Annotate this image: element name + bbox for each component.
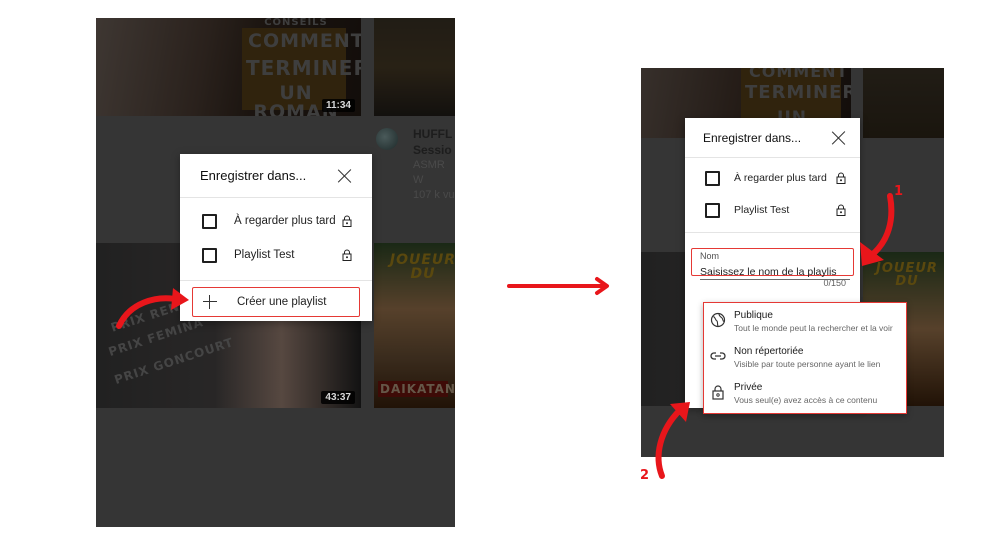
divider	[180, 280, 372, 281]
playlist-checkbox[interactable]	[705, 170, 720, 186]
video-duration: 11:34	[321, 99, 355, 112]
close-icon[interactable]	[338, 169, 352, 183]
close-icon[interactable]	[832, 131, 846, 145]
playlist-checkbox[interactable]	[202, 247, 217, 263]
video-thumbnail-huffle[interactable]	[374, 18, 455, 116]
annotation-arrow-curved	[116, 288, 189, 329]
create-playlist-label: Créer une playlist	[237, 296, 327, 308]
playlist-label: À regarder plus tard	[234, 215, 336, 227]
video-meta: HUFFL Sessio ASMR W 107 k vu	[413, 126, 455, 203]
playlist-label: Playlist Test	[734, 204, 790, 216]
annotation-arrow-right	[507, 277, 609, 295]
playlist-label: À regarder plus tard	[734, 172, 827, 184]
playlist-checkbox[interactable]	[705, 202, 720, 218]
view-count: 107 k vu	[413, 189, 455, 201]
lock-icon	[342, 215, 352, 227]
overlay-scrim	[374, 243, 455, 408]
dialog-title: Enregistrer dans...	[703, 130, 802, 145]
lock-icon	[836, 172, 846, 184]
dialog-header: Enregistrer dans...	[685, 118, 860, 158]
playlist-name-field[interactable]: Nom	[691, 248, 854, 280]
channel-name[interactable]: ASMR W	[413, 158, 455, 188]
channel-avatar[interactable]	[376, 128, 398, 150]
dialog-header: Enregistrer dans...	[180, 154, 372, 198]
visibility-option-public[interactable]: Publique Tout le monde peut la recherche…	[704, 303, 906, 339]
playlist-item[interactable]: Playlist Test	[685, 194, 860, 226]
dialog-title: Enregistrer dans...	[200, 168, 307, 183]
visibility-option-private[interactable]: Privée Vous seul(e) avez accès à ce cont…	[704, 375, 906, 411]
playlist-label: Playlist Test	[234, 249, 295, 261]
visibility-option-unlisted[interactable]: Non répertoriée Visible par toute person…	[704, 339, 906, 375]
video-thumbnail-joueur-du-grenier[interactable]: JOUEUR DU DAIKATANA	[374, 243, 455, 408]
visibility-label: Non répertoriée	[734, 346, 804, 357]
visibility-description: Tout le monde peut la rechercher et la v…	[734, 323, 893, 333]
divider	[685, 232, 860, 233]
step-number-2: 2	[640, 468, 650, 483]
globe-icon	[710, 312, 726, 328]
create-playlist-button[interactable]: Créer une playlist	[192, 287, 360, 317]
playlist-item[interactable]: Playlist Test	[180, 238, 372, 272]
video-thumbnail-comment-terminer[interactable]: CONSEILS COMMENT TERMINER UN ROMAN 11:34	[96, 18, 361, 116]
lock-icon	[342, 249, 352, 261]
annotation-arrow-2	[655, 402, 690, 479]
youtube-screen-before: CONSEILS COMMENT TERMINER UN ROMAN 11:34…	[96, 18, 455, 527]
visibility-menu: Publique Tout le monde peut la recherche…	[703, 302, 907, 414]
video-duration: 43:37	[321, 391, 355, 404]
visibility-description: Visible par toute personne ayant le lien	[734, 359, 881, 369]
playlist-item[interactable]: À regarder plus tard	[685, 162, 860, 194]
playlist-checkbox[interactable]	[202, 213, 217, 229]
character-counter: 0/150	[823, 278, 846, 288]
visibility-description: Vous seul(e) avez accès à ce contenu	[734, 395, 878, 405]
link-icon	[710, 352, 726, 360]
video-thumbnail-huffle[interactable]	[863, 68, 944, 138]
lock-icon	[712, 385, 724, 400]
visibility-label: Privée	[734, 382, 763, 393]
lock-icon	[836, 204, 846, 216]
visibility-label: Publique	[734, 310, 773, 321]
playlist-item[interactable]: À regarder plus tard	[180, 204, 372, 238]
save-to-playlist-dialog: Enregistrer dans... À regarder plus tard…	[180, 154, 372, 321]
annotation-arrow-1	[860, 193, 895, 266]
video-title[interactable]: HUFFL	[413, 126, 455, 142]
overlay-scrim	[374, 18, 455, 116]
name-field-label: Nom	[700, 251, 720, 261]
overlay-scrim	[863, 68, 944, 138]
plus-icon	[203, 295, 217, 309]
video-title-line2[interactable]: Sessio	[413, 142, 455, 158]
